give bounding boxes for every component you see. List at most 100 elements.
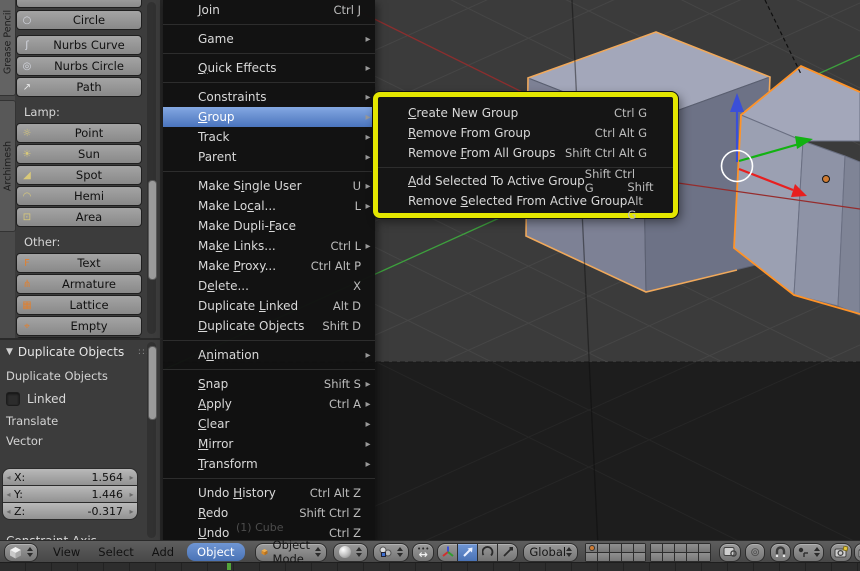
header-menu-view[interactable]: View xyxy=(53,545,80,559)
layer-cell[interactable] xyxy=(663,543,675,552)
menu-item-redo[interactable]: Redo Shift Ctrl Z xyxy=(163,503,375,523)
menu-item-make-proxy[interactable]: Make Proxy... Ctrl Alt P xyxy=(163,256,375,276)
area-button[interactable]: ⊡ Area xyxy=(16,207,142,227)
menu-item-animation[interactable]: Animation ▸ xyxy=(163,345,375,365)
tab-grease-pencil[interactable]: Grease Pencil xyxy=(0,0,16,96)
tool-shelf-scrollbar[interactable] xyxy=(147,2,157,334)
layer-cell[interactable] xyxy=(699,552,711,561)
snap-toggle[interactable] xyxy=(770,542,792,562)
3d-view-editor-icon xyxy=(10,546,21,558)
menu-item-snap[interactable]: Snap Shift S ▸ xyxy=(163,374,375,394)
vector-field-z[interactable]: ◂ Z: -0.317 ▸ xyxy=(2,503,138,520)
menu-item-delete[interactable]: Delete... X xyxy=(163,276,375,296)
snap-target-icon xyxy=(798,547,809,557)
menu-item-quick-effects[interactable]: Quick Effects ▸ xyxy=(163,58,375,78)
current-frame-marker[interactable] xyxy=(227,563,231,570)
header-menu-object[interactable]: Object xyxy=(187,543,245,561)
point-button[interactable]: ☼ Point xyxy=(16,123,142,143)
menu-item-track[interactable]: Track ▸ xyxy=(163,127,375,147)
spot-button[interactable]: ◢ Spot xyxy=(16,165,142,185)
clipped-button[interactable] xyxy=(16,0,142,8)
proportional-edit-dropdown[interactable]: ⊚ xyxy=(745,542,766,562)
menu-item-constraints[interactable]: Constraints ▸ xyxy=(163,87,375,107)
header-menu-add[interactable]: Add xyxy=(152,545,174,559)
editor-type-button[interactable] xyxy=(4,542,38,562)
menu-item-make-single-user[interactable]: Make Single User U ▸ xyxy=(163,176,375,196)
operator-panel-header[interactable]: ▼ Duplicate Objects :::: xyxy=(0,340,160,361)
vector-field-x[interactable]: ◂ X: 1.564 ▸ xyxy=(2,468,138,486)
manipulator-axis-toggle[interactable] xyxy=(437,542,459,562)
orientation-dropdown[interactable]: Global xyxy=(523,542,579,562)
vector-field-y[interactable]: ◂ Y: 1.446 ▸ xyxy=(2,486,138,503)
panel-scrollbar[interactable] xyxy=(147,342,157,538)
nurbs-circle-button[interactable]: ◎ Nurbs Circle xyxy=(16,56,142,76)
header-menu-select[interactable]: Select xyxy=(98,545,133,559)
layer-cell[interactable] xyxy=(598,543,610,552)
layer-cell[interactable] xyxy=(651,552,663,561)
text-button[interactable]: F Text xyxy=(16,253,142,273)
layer-cell[interactable] xyxy=(699,543,711,552)
hemi-button[interactable]: ◠ Hemi xyxy=(16,186,142,206)
path-button[interactable]: ↗ Path xyxy=(16,77,142,97)
menu-item-create-new-group[interactable]: Create New Group Ctrl G xyxy=(378,103,673,123)
pivot-dropdown[interactable] xyxy=(372,542,409,562)
menu-item-remove-from-all-groups[interactable]: Remove From All Groups Shift Ctrl Alt G xyxy=(378,143,673,163)
layer-cell[interactable] xyxy=(610,552,622,561)
lattice-button[interactable]: ▦ Lattice xyxy=(16,295,142,315)
menu-item-apply[interactable]: Apply Ctrl A ▸ xyxy=(163,394,375,414)
layer-cell[interactable] xyxy=(622,552,634,561)
opengl-render-anim-button[interactable] xyxy=(854,542,860,562)
orientation-label: Global xyxy=(529,545,567,559)
menu-item-make-links[interactable]: Make Links... Ctrl L ▸ xyxy=(163,236,375,256)
layer-cell[interactable] xyxy=(634,543,646,552)
sun-button[interactable]: ☀ Sun xyxy=(16,144,142,164)
layer-cell[interactable] xyxy=(663,552,675,561)
layer-cell[interactable] xyxy=(634,552,646,561)
translate-manipulator-toggle[interactable] xyxy=(457,542,479,562)
menu-item-parent[interactable]: Parent ▸ xyxy=(163,147,375,167)
layer-cell[interactable] xyxy=(622,543,634,552)
button-label: Point xyxy=(74,126,104,140)
menu-item-join[interactable]: Join Ctrl J xyxy=(163,0,375,20)
axis-tripod-icon xyxy=(442,546,454,557)
shelf-heading-lamp: Lamp: xyxy=(24,105,60,119)
menu-item-remove-selected-from-active-group[interactable]: Remove Selected From Active Group Shift A… xyxy=(378,180,673,222)
lock-to-scene-toggle[interactable] xyxy=(719,542,742,562)
layer-cell[interactable] xyxy=(687,543,699,552)
shading-dropdown[interactable] xyxy=(332,542,368,562)
layer-cell[interactable] xyxy=(675,552,687,561)
layer-cell[interactable] xyxy=(586,543,598,552)
nurbs-curve-button[interactable]: ʃ Nurbs Curve xyxy=(16,35,142,55)
empty-button[interactable]: ⌖ Empty xyxy=(16,316,142,336)
menu-item-clear[interactable]: Clear ▸ xyxy=(163,414,375,434)
layer-cell[interactable] xyxy=(598,552,610,561)
menu-item-game[interactable]: Game ▸ xyxy=(163,29,375,49)
mode-dropdown[interactable]: Object Mode xyxy=(254,538,327,566)
snap-element-dropdown[interactable] xyxy=(793,542,825,562)
layer-cell[interactable] xyxy=(651,543,663,552)
button-label: Area xyxy=(75,210,103,224)
circle-button[interactable]: ○ Circle xyxy=(16,10,142,30)
menu-item-duplicate-linked[interactable]: Duplicate Linked Alt D xyxy=(163,296,375,316)
rotate-manipulator-toggle[interactable] xyxy=(477,542,499,562)
menu-item-make-local[interactable]: Make Local... L ▸ xyxy=(163,196,375,216)
layer-cell[interactable] xyxy=(610,543,622,552)
menu-item-duplicate-objects[interactable]: Duplicate Objects Shift D xyxy=(163,316,375,336)
manipulate-centers-toggle[interactable]: ••• ↔ xyxy=(411,542,435,562)
scale-icon xyxy=(503,547,513,557)
opengl-render-image-button[interactable] xyxy=(830,542,853,562)
menu-item-undo-history[interactable]: Undo History Ctrl Alt Z xyxy=(163,483,375,503)
layer-cell[interactable] xyxy=(687,552,699,561)
updown-arrows-icon xyxy=(314,547,321,557)
scale-manipulator-toggle[interactable] xyxy=(497,542,519,562)
layer-cell[interactable] xyxy=(586,552,598,561)
layer-cell[interactable] xyxy=(675,543,687,552)
linked-checkbox[interactable] xyxy=(6,392,20,406)
menu-item-transform[interactable]: Transform ▸ xyxy=(163,454,375,474)
menu-item-make-dupli-face[interactable]: Make Dupli-Face xyxy=(163,216,375,236)
menu-item-mirror[interactable]: Mirror ▸ xyxy=(163,434,375,454)
tab-archimesh[interactable]: Archimesh xyxy=(0,100,16,232)
menu-item-remove-from-group[interactable]: Remove From Group Ctrl Alt G xyxy=(378,123,673,143)
armature-button[interactable]: ⋔ Armature xyxy=(16,274,142,294)
menu-item-group[interactable]: Group ▸ xyxy=(163,107,375,127)
